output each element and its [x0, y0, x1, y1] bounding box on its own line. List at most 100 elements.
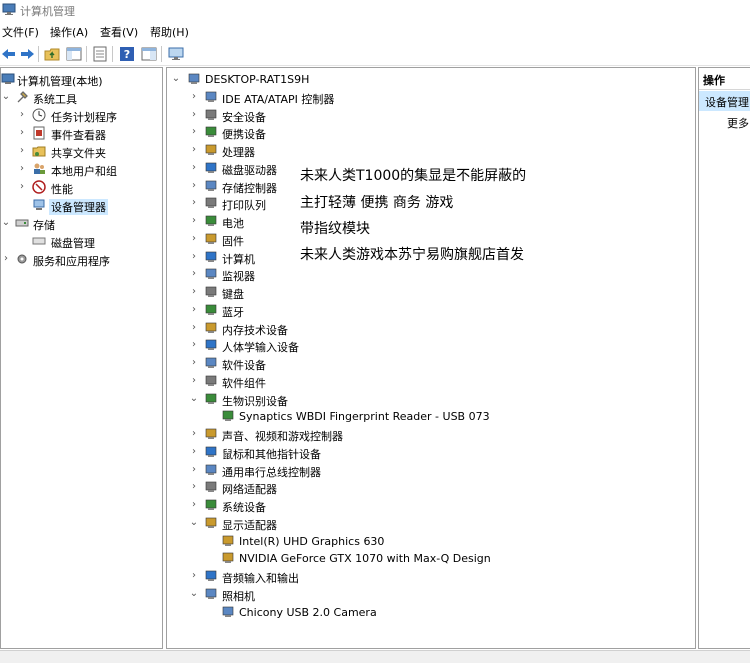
- chevron-down-icon[interactable]: ⌄: [1, 91, 11, 103]
- menu-view[interactable]: 查看(V): [100, 24, 138, 40]
- firmware-icon: [205, 233, 217, 244]
- chevron-right-icon[interactable]: ›: [189, 286, 199, 298]
- device-item-icon: [222, 552, 234, 564]
- chevron-right-icon[interactable]: ›: [189, 481, 199, 493]
- chevron-right-icon[interactable]: ›: [189, 251, 199, 263]
- chevron-right-icon[interactable]: ›: [189, 126, 199, 138]
- computer-icon: [205, 251, 217, 262]
- view-pane-icon[interactable]: [140, 45, 158, 63]
- scan-hardware-icon[interactable]: [167, 45, 185, 63]
- menu-help[interactable]: 帮助(H): [150, 24, 189, 40]
- chevron-right-icon[interactable]: ›: [1, 253, 11, 265]
- tree-label: 共享文件夹: [51, 147, 106, 160]
- device-category-label: 软件设备: [222, 359, 266, 372]
- device-category-label: 固件: [222, 234, 244, 248]
- monitor-icon: [205, 268, 217, 280]
- chevron-down-icon[interactable]: ⌄: [171, 73, 181, 85]
- chevron-right-icon[interactable]: ›: [189, 215, 199, 227]
- device-category-label: 人体学输入设备: [222, 341, 299, 355]
- device-category-label: 软件组件: [222, 376, 266, 390]
- chevron-right-icon[interactable]: ›: [17, 145, 27, 157]
- chevron-right-icon[interactable]: ›: [189, 375, 199, 387]
- device-category-label: 存储控制器: [222, 181, 277, 195]
- forward-arrow-icon[interactable]: [18, 45, 36, 63]
- overlay-text-line: 未来人类游戏本苏宁易购旗舰店首发: [300, 247, 524, 263]
- storage-controller-icon: [205, 180, 217, 191]
- battery-icon: [205, 215, 217, 226]
- chevron-right-icon[interactable]: ›: [189, 91, 199, 103]
- device-category-label: 电池: [222, 217, 244, 230]
- tree-label: 事件查看器: [51, 129, 106, 142]
- chevron-right-icon[interactable]: ›: [189, 322, 199, 334]
- chevron-right-icon[interactable]: ›: [189, 446, 199, 458]
- chevron-right-icon[interactable]: ›: [189, 464, 199, 476]
- chevron-right-icon[interactable]: ›: [189, 268, 199, 280]
- security-device-icon: [205, 109, 217, 120]
- device-category-label: 便携设备: [222, 128, 266, 142]
- tree-label: 任务计划程序: [51, 111, 117, 124]
- chevron-right-icon[interactable]: ›: [189, 233, 199, 245]
- chevron-right-icon[interactable]: ›: [189, 570, 199, 582]
- event-viewer-icon: [33, 126, 45, 140]
- device-category-label: 照相机: [222, 589, 255, 603]
- title-bar: 计算机管理: [0, 0, 750, 20]
- chevron-right-icon[interactable]: ›: [17, 127, 27, 139]
- actions-device-manager[interactable]: 设备管理: [699, 91, 750, 111]
- camera-icon: [205, 588, 217, 599]
- device-item-label: Intel(R) UHD Graphics 630: [239, 534, 385, 548]
- device-category-label: 打印队列: [222, 199, 266, 213]
- properties-icon[interactable]: [91, 45, 109, 63]
- device-category-label: 生物识别设备: [222, 394, 288, 408]
- chevron-right-icon[interactable]: ›: [189, 197, 199, 209]
- help-icon[interactable]: ?: [118, 45, 136, 63]
- keyboard-icon: [205, 286, 217, 297]
- chevron-down-icon[interactable]: ⌄: [189, 393, 199, 405]
- chevron-right-icon[interactable]: ›: [189, 180, 199, 192]
- tree-label: 服务和应用程序: [33, 255, 110, 268]
- menu-action[interactable]: 操作(A): [50, 24, 88, 40]
- chevron-down-icon[interactable]: ⌄: [189, 588, 199, 600]
- chevron-right-icon[interactable]: ›: [17, 163, 27, 175]
- computer-management-icon: [2, 3, 16, 15]
- device-category-label: 磁盘驱动器: [222, 163, 277, 177]
- toolbar-separator: [86, 46, 87, 62]
- menu-bar: 文件(F) 操作(A) 查看(V) 帮助(H): [0, 20, 750, 42]
- audio-io-icon: [205, 570, 217, 581]
- back-arrow-icon[interactable]: [0, 45, 18, 63]
- toolbar-separator: [38, 46, 39, 62]
- overlay-text-line: 带指纹模块: [300, 221, 370, 237]
- chevron-right-icon[interactable]: ›: [189, 109, 199, 121]
- sound-icon: [205, 428, 217, 439]
- chevron-right-icon[interactable]: ›: [189, 357, 199, 369]
- chevron-right-icon[interactable]: ›: [17, 181, 27, 193]
- chevron-right-icon[interactable]: ›: [189, 428, 199, 440]
- overlay-text-line: 未来人类T1000的集显是不能屏蔽的: [300, 168, 527, 184]
- device-category-label: 内存技术设备: [222, 323, 288, 337]
- device-category-label: 鼠标和其他指针设备: [222, 447, 321, 461]
- menu-file[interactable]: 文件(F): [2, 24, 39, 40]
- chevron-down-icon[interactable]: ⌄: [189, 517, 199, 529]
- disk-drive-icon: [205, 162, 217, 173]
- device-category-label: 声音、视频和游戏控制器: [222, 430, 343, 443]
- chevron-right-icon[interactable]: ›: [189, 339, 199, 351]
- chevron-right-icon[interactable]: ›: [17, 109, 27, 121]
- chevron-right-icon[interactable]: ›: [189, 499, 199, 511]
- chevron-right-icon[interactable]: ›: [189, 162, 199, 174]
- actions-more-link[interactable]: 更多: [727, 115, 749, 131]
- device-tree-root-label: DESKTOP-RAT1S9H: [205, 73, 310, 86]
- chevron-right-icon[interactable]: ›: [189, 144, 199, 156]
- device-item-icon: [222, 606, 234, 617]
- tree-label: 系统工具: [33, 93, 77, 106]
- status-bar: [0, 650, 750, 663]
- services-icon: [17, 254, 27, 264]
- shared-folder-icon: [32, 146, 46, 157]
- mouse-icon: [205, 446, 217, 457]
- show-tree-icon[interactable]: [65, 45, 83, 63]
- chevron-down-icon[interactable]: ⌄: [1, 217, 11, 229]
- chevron-right-icon[interactable]: ›: [189, 304, 199, 316]
- portable-device-icon: [205, 126, 217, 138]
- device-category-label: 处理器: [222, 146, 255, 159]
- up-folder-icon[interactable]: [43, 45, 61, 63]
- device-item-label: Chicony USB 2.0 Camera: [239, 605, 377, 619]
- device-item-label: NVIDIA GeForce GTX 1070 with Max-Q Desig…: [239, 552, 491, 566]
